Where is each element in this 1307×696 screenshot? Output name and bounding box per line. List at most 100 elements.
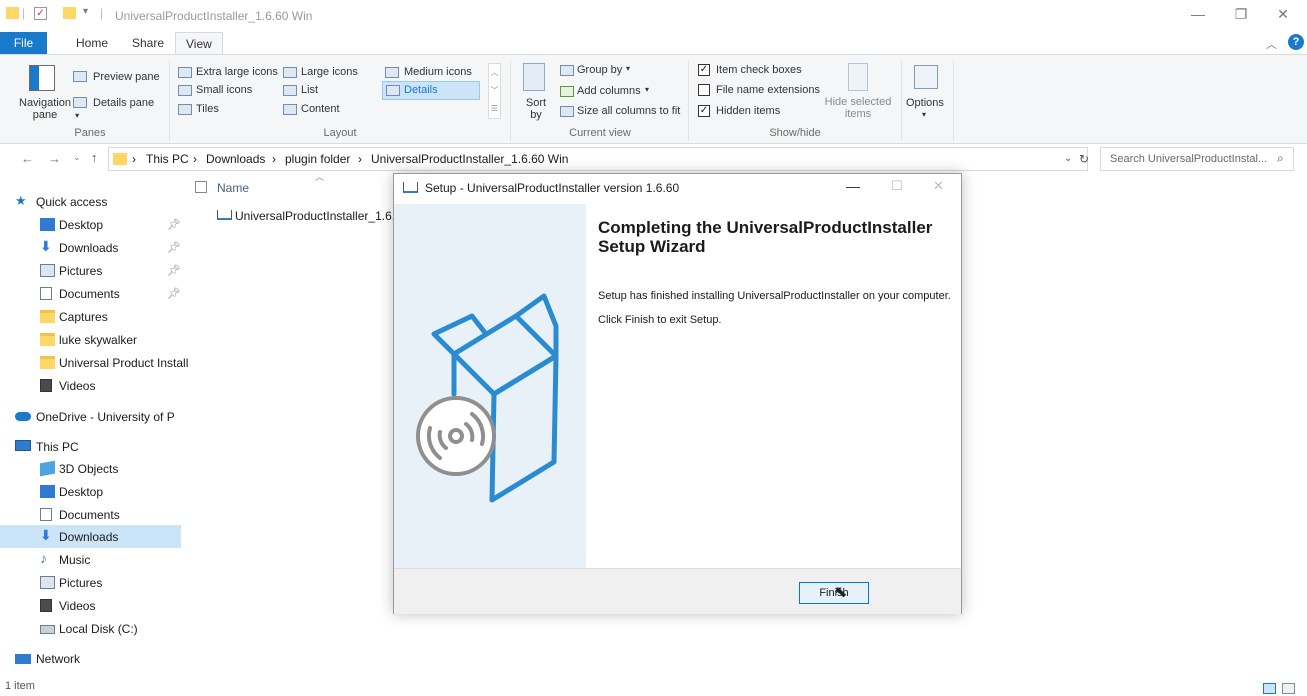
breadcrumb-this-pc[interactable]: This PC: [146, 152, 189, 166]
close-button[interactable]: ✕: [1260, 6, 1306, 28]
nav-onedrive[interactable]: OneDrive - University of P: [0, 405, 181, 428]
mouse-cursor-icon: ⬉: [834, 584, 848, 601]
content-option[interactable]: Content: [301, 103, 340, 115]
desktop-icon: [40, 218, 55, 231]
nav-item-pc-documents[interactable]: Documents: [0, 503, 181, 526]
size-all-columns-button[interactable]: Size all columns to fit: [577, 105, 680, 117]
separator: |: [100, 6, 104, 20]
recent-locations-icon[interactable]: ⌄: [73, 152, 81, 163]
layout-scroll[interactable]: ︿ ﹀ ☰: [488, 63, 501, 119]
tiles-icon: [178, 104, 192, 115]
medium-icons-option[interactable]: Medium icons: [404, 66, 472, 78]
small-icons-option[interactable]: Small icons: [196, 84, 252, 96]
preview-pane-button[interactable]: Preview pane: [93, 71, 160, 83]
list-option[interactable]: List: [301, 84, 318, 96]
breadcrumb-current-folder[interactable]: UniversalProductInstaller_1.6.60 Win: [371, 152, 568, 166]
restore-button[interactable]: ❐: [1218, 6, 1264, 28]
tab-share[interactable]: Share: [122, 32, 174, 54]
sort-by-button[interactable]: Sort by: [523, 97, 549, 121]
nav-network[interactable]: Network: [0, 647, 181, 670]
group-divider: [953, 61, 954, 141]
tab-home[interactable]: Home: [66, 32, 118, 54]
nav-this-pc[interactable]: This PC: [0, 435, 181, 458]
details-view-icon[interactable]: [1263, 683, 1276, 694]
nav-item-downloads[interactable]: ⬇ Downloads 📌︎: [0, 236, 181, 259]
group-by-button[interactable]: Group by: [577, 64, 622, 76]
add-columns-button[interactable]: Add columns: [577, 85, 641, 97]
breadcrumb-downloads[interactable]: Downloads: [206, 152, 265, 166]
chevron-right-icon: ›: [193, 152, 197, 166]
file-item[interactable]: UniversalProductInstaller_1.6.60: [213, 206, 408, 226]
nav-item-pictures[interactable]: Pictures 📌︎: [0, 259, 181, 282]
window-title: UniversalProductInstaller_1.6.60 Win: [115, 9, 313, 23]
pin-icon: 📌︎: [167, 288, 181, 300]
nav-item-videos[interactable]: Videos: [0, 374, 181, 397]
properties-icon[interactable]: ✓: [34, 7, 47, 20]
tiles-option[interactable]: Tiles: [196, 103, 219, 115]
nav-item-music[interactable]: ♪ Music: [0, 548, 181, 571]
back-icon[interactable]: ←: [21, 151, 34, 166]
dialog-footer: Finish: [394, 568, 961, 614]
nav-label: Music: [59, 553, 91, 567]
forward-icon[interactable]: →: [48, 151, 61, 166]
breadcrumb-plugin-folder[interactable]: plugin folder: [285, 152, 350, 166]
refresh-icon[interactable]: ↻: [1079, 152, 1089, 166]
nav-item-captures[interactable]: Captures: [0, 305, 181, 328]
large-icons-view-icon[interactable]: [1282, 683, 1295, 694]
nav-item-universal-product-install[interactable]: Universal Product Install: [0, 351, 188, 374]
dialog-minimize-button[interactable]: —: [846, 178, 860, 194]
minimize-button[interactable]: —: [1175, 6, 1221, 28]
item-check-boxes-checkbox[interactable]: ✓: [698, 64, 710, 76]
preview-pane-icon: [73, 71, 87, 82]
hidden-items-checkbox[interactable]: ✓: [698, 105, 710, 117]
folder-icon: [6, 7, 19, 19]
options-dropdown-icon: ▾: [922, 110, 927, 119]
nav-label: OneDrive - University of P: [36, 410, 175, 424]
up-icon[interactable]: ↑: [91, 150, 98, 165]
details-pane-button[interactable]: Details pane: [93, 97, 154, 109]
name-column-header[interactable]: Name: [217, 181, 249, 195]
details-option[interactable]: Details: [382, 81, 480, 100]
select-all-checkbox[interactable]: [195, 181, 207, 193]
customize-toolbar-icon[interactable]: ▾: [83, 6, 88, 17]
search-box[interactable]: Search UniversalProductInstal... ⌕: [1100, 147, 1294, 171]
download-arrow-icon: ⬇: [40, 238, 52, 254]
tab-view[interactable]: View: [175, 32, 223, 54]
pin-icon: 📌︎: [167, 242, 181, 254]
nav-item-pc-downloads[interactable]: ⬇ Downloads: [0, 525, 181, 548]
nav-quick-access[interactable]: ★ Quick access: [0, 190, 181, 213]
collapse-ribbon-icon[interactable]: ︿: [1266, 36, 1277, 52]
ribbon: Navigation pane ▾ Preview pane Details p…: [0, 54, 1307, 144]
installer-icon: [217, 210, 232, 220]
search-placeholder: Search UniversalProductInstal...: [1110, 153, 1268, 165]
nav-item-pc-videos[interactable]: Videos: [0, 594, 181, 617]
layout-group-label: Layout: [323, 127, 357, 139]
new-folder-icon[interactable]: [63, 7, 76, 19]
extra-large-icons-option[interactable]: Extra large icons: [196, 66, 278, 78]
nav-item-local-disk[interactable]: Local Disk (C:): [0, 617, 181, 640]
nav-label: This PC: [36, 440, 79, 454]
file-name-extensions-checkbox[interactable]: [698, 84, 710, 96]
dialog-maximize-button: ☐: [891, 178, 903, 193]
panes-group-label: Panes: [74, 127, 106, 139]
options-button[interactable]: Options: [906, 97, 944, 109]
nav-item-pc-desktop[interactable]: Desktop: [0, 480, 181, 503]
details-option-label: Details: [404, 84, 438, 96]
navigation-pane-button[interactable]: Navigation pane ▾: [18, 97, 79, 122]
nav-item-pc-pictures[interactable]: Pictures: [0, 571, 181, 594]
nav-label: Downloads: [59, 241, 119, 255]
pictures-icon: [40, 576, 55, 589]
help-icon[interactable]: ?: [1288, 34, 1304, 50]
hard-drive-icon: [40, 625, 55, 634]
hide-selected-items-button[interactable]: Hide selected items: [822, 96, 894, 120]
large-icons-option[interactable]: Large icons: [301, 66, 358, 78]
options-icon: [914, 65, 938, 89]
nav-label: Videos: [59, 599, 96, 613]
address-dropdown-icon[interactable]: ⌄: [1064, 153, 1072, 164]
nav-item-documents[interactable]: Documents 📌︎: [0, 282, 181, 305]
nav-item-luke-skywalker[interactable]: luke skywalker: [0, 328, 181, 351]
nav-label: Captures: [59, 310, 108, 324]
nav-item-desktop[interactable]: Desktop 📌︎: [0, 213, 181, 236]
nav-item-3d-objects[interactable]: 3D Objects: [0, 457, 181, 480]
tab-file[interactable]: File: [0, 32, 47, 54]
